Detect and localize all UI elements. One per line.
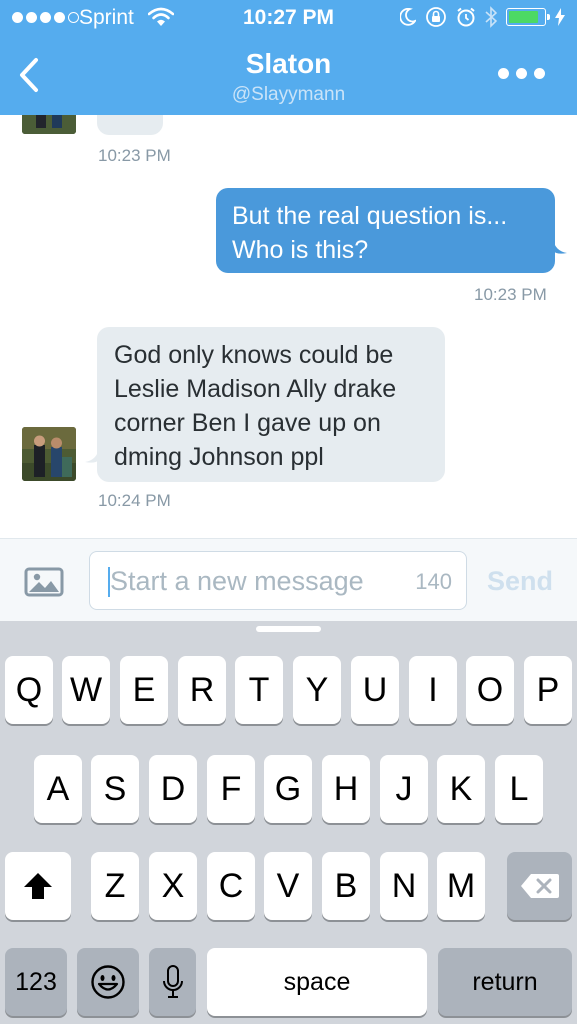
bubble-tail	[553, 239, 567, 254]
more-dots-icon	[498, 68, 509, 79]
message-bubble-incoming[interactable]	[97, 115, 163, 135]
message-line: Who is this?	[232, 236, 369, 264]
delete-icon	[520, 874, 559, 898]
message-line: But the real question is...	[232, 202, 508, 230]
return-key[interactable]: return	[438, 948, 572, 1016]
key-m[interactable]: M	[437, 852, 485, 920]
key-q[interactable]: Q	[5, 656, 53, 724]
key-a[interactable]: A	[34, 755, 82, 823]
keyboard-handle	[256, 626, 321, 632]
key-s[interactable]: S	[91, 755, 139, 823]
shift-key[interactable]	[5, 852, 71, 920]
alarm-icon	[457, 7, 475, 27]
message-bubble-outgoing[interactable]: But the real question is... Who is this?	[216, 188, 555, 273]
key-b[interactable]: B	[322, 852, 370, 920]
rotation-lock-icon	[426, 7, 446, 27]
dm-conversation-screen: Sprint 10:27 PM Slaton @Slayymann 10:23 …	[0, 0, 577, 1024]
character-counter: 140	[415, 569, 452, 594]
key-d[interactable]: D	[149, 755, 197, 823]
message-composer: Start a new message 140 Send	[0, 538, 577, 621]
key-p[interactable]: P	[524, 656, 572, 724]
key-g[interactable]: G	[264, 755, 312, 823]
space-key[interactable]: space	[207, 948, 427, 1016]
delete-key[interactable]	[507, 852, 572, 920]
bubble-tail	[85, 448, 99, 463]
key-n[interactable]: N	[380, 852, 428, 920]
key-e[interactable]: E	[120, 656, 168, 724]
key-c[interactable]: C	[207, 852, 255, 920]
send-button[interactable]: Send	[487, 566, 553, 597]
message-line: Leslie Madison Ally drake	[114, 375, 397, 403]
key-h[interactable]: H	[322, 755, 370, 823]
message-list[interactable]: 10:23 PM But the real question is... Who…	[0, 115, 577, 538]
key-u[interactable]: U	[351, 656, 399, 724]
key-w[interactable]: W	[62, 656, 110, 724]
key-r[interactable]: R	[178, 656, 226, 724]
image-icon	[24, 567, 64, 597]
key-f[interactable]: F	[207, 755, 255, 823]
message-timestamp: 10:23 PM	[474, 285, 547, 304]
key-z[interactable]: Z	[91, 852, 139, 920]
emoji-key[interactable]	[77, 948, 139, 1016]
avatar[interactable]	[22, 115, 76, 134]
status-bar: Sprint 10:27 PM	[0, 0, 577, 36]
key-v[interactable]: V	[264, 852, 312, 920]
message-bubble-incoming[interactable]: God only knows could be Leslie Madison A…	[97, 327, 445, 482]
shift-icon	[24, 873, 52, 899]
moon-icon	[400, 8, 416, 26]
message-timestamp: 10:24 PM	[98, 491, 171, 510]
more-options-button[interactable]	[498, 68, 545, 79]
dictation-key[interactable]	[149, 948, 196, 1016]
add-photo-button[interactable]	[24, 567, 64, 602]
status-icons	[400, 6, 565, 28]
keyboard: Q W E R T Y U I O P A S D F G H J K L Z …	[0, 621, 577, 1024]
avatar[interactable]	[22, 427, 76, 481]
conversation-title: Slaton	[245, 48, 332, 79]
key-x[interactable]: X	[149, 852, 197, 920]
message-placeholder: Start a new message	[110, 566, 364, 596]
message-line: God only knows could be	[114, 341, 394, 369]
microphone-icon	[162, 965, 183, 998]
message-input[interactable]: Start a new message 140	[89, 551, 467, 610]
charging-icon	[555, 8, 565, 26]
key-l[interactable]: L	[495, 755, 543, 823]
key-j[interactable]: J	[380, 755, 428, 823]
message-timestamp: 10:23 PM	[98, 146, 171, 165]
emoji-icon	[91, 965, 125, 999]
numbers-key[interactable]: 123	[5, 948, 67, 1016]
key-y[interactable]: Y	[293, 656, 341, 724]
key-i[interactable]: I	[409, 656, 457, 724]
conversation-handle: @Slayymann	[231, 84, 346, 105]
bluetooth-icon	[485, 6, 497, 28]
key-k[interactable]: K	[437, 755, 485, 823]
header: Sprint 10:27 PM Slaton @Slayymann	[0, 0, 577, 115]
message-line: dming Johnson ppl	[114, 443, 324, 471]
message-line: corner Ben I gave up on	[114, 409, 381, 437]
battery-icon	[506, 8, 550, 26]
key-o[interactable]: O	[466, 656, 514, 724]
key-t[interactable]: T	[235, 656, 283, 724]
